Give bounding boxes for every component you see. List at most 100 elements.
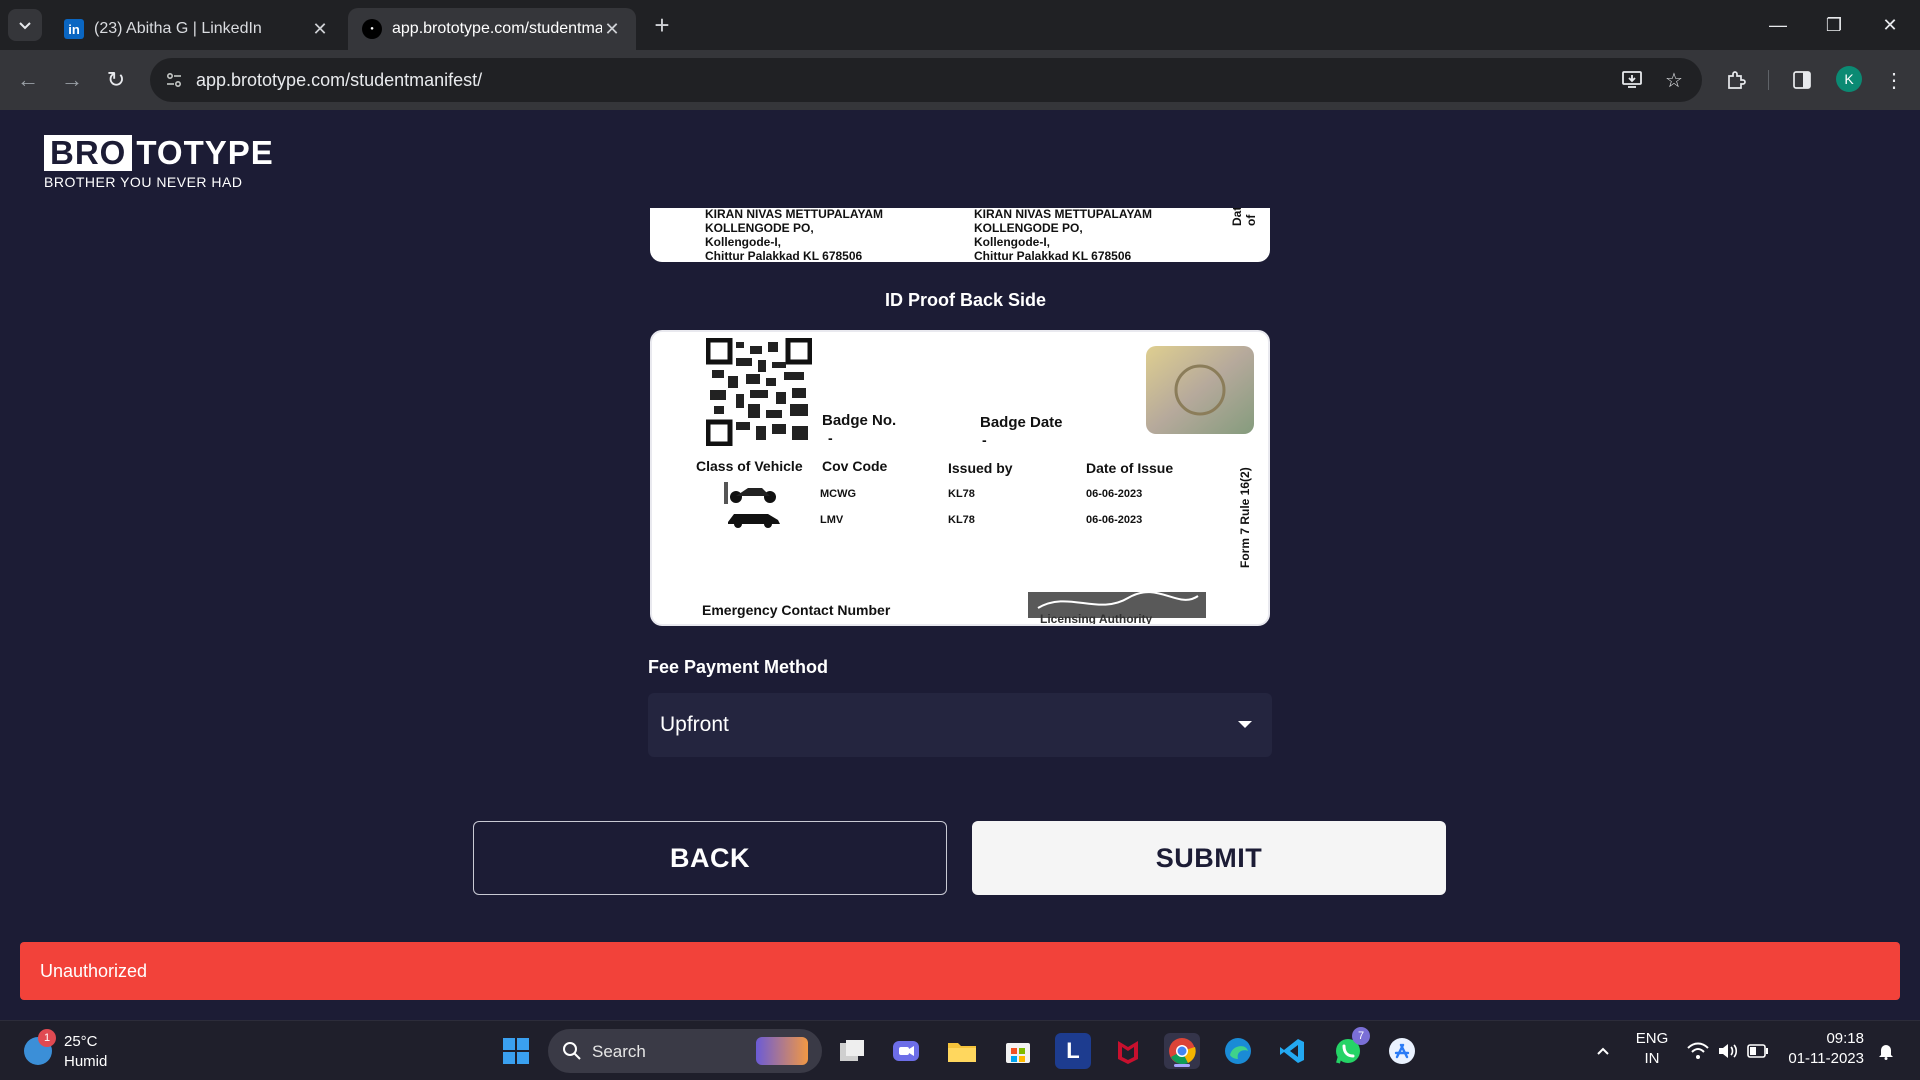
vscode-icon[interactable] bbox=[1274, 1033, 1310, 1069]
back-arrow-icon[interactable]: ← bbox=[12, 64, 44, 96]
toast-message: Unauthorized bbox=[40, 961, 148, 981]
motorcycle-icon bbox=[724, 482, 776, 504]
windows-taskbar: 1 25°C Humid Search L 7 ENG IN 09:18 01-… bbox=[0, 1020, 1920, 1080]
clock-time: 09:18 bbox=[1826, 1030, 1864, 1047]
address-col-1: KIRAN NIVAS METTUPALAYAM KOLLENGODE PO, … bbox=[705, 208, 884, 262]
row1-date: 06-06-2023 bbox=[1086, 488, 1143, 500]
error-toast[interactable]: Unauthorized bbox=[20, 942, 1900, 1000]
browser-toolbar: ← → ↻ app.brototype.com/studentmanifest/… bbox=[0, 50, 1920, 110]
active-indicator bbox=[1174, 1064, 1190, 1067]
fee-payment-label: Fee Payment Method bbox=[648, 657, 829, 677]
battery-icon[interactable] bbox=[1744, 1021, 1772, 1080]
side-panel-icon[interactable] bbox=[1786, 64, 1818, 96]
back-button[interactable]: BACK bbox=[473, 821, 947, 895]
logo-tagline: BROTHER YOU NEVER HAD bbox=[44, 174, 243, 190]
qr-code-icon bbox=[706, 338, 812, 446]
tab-title: (23) Abitha G | LinkedIn bbox=[94, 20, 262, 37]
search-placeholder: Search bbox=[592, 1042, 646, 1061]
edge-icon[interactable] bbox=[1220, 1033, 1256, 1069]
brototype-logo[interactable]: BRO TOTYPE BROTHER YOU NEVER HAD bbox=[44, 134, 274, 190]
site-info-icon[interactable] bbox=[162, 68, 186, 92]
fee-payment-select[interactable]: Upfront bbox=[648, 693, 1272, 757]
task-view-icon[interactable] bbox=[834, 1033, 870, 1069]
row2-date: 06-06-2023 bbox=[1086, 514, 1143, 526]
minimize-button[interactable]: — bbox=[1750, 0, 1806, 50]
menu-kebab-icon[interactable]: ⋮ bbox=[1878, 64, 1910, 96]
ms-store-icon[interactable] bbox=[1000, 1033, 1036, 1069]
extensions-icon[interactable] bbox=[1720, 64, 1752, 96]
licensing-authority-label: Licensing Authority bbox=[1040, 612, 1153, 626]
header-issued-by: Issued by bbox=[948, 460, 1013, 476]
badge-no-label: Badge No. bbox=[822, 412, 897, 429]
logo-bold-part: BRO bbox=[44, 135, 133, 171]
submit-button[interactable]: SUBMIT bbox=[972, 821, 1446, 895]
logo-rest-part: TOTYPE bbox=[136, 134, 274, 171]
linkedin-icon: in bbox=[64, 19, 84, 39]
hologram-emblem-icon bbox=[1146, 346, 1254, 434]
tab-search-button[interactable] bbox=[8, 9, 42, 41]
l-app-icon[interactable]: L bbox=[1055, 1033, 1091, 1069]
row1-issued: KL78 bbox=[948, 488, 975, 500]
reload-icon[interactable]: ↻ bbox=[100, 64, 132, 96]
weather-desc: Humid bbox=[64, 1053, 108, 1070]
close-tab-icon[interactable]: ✕ bbox=[310, 19, 330, 40]
whatsapp-badge: 7 bbox=[1352, 1027, 1370, 1045]
search-icon bbox=[563, 1042, 581, 1060]
chevron-down-icon bbox=[19, 22, 31, 30]
form-rule-text: Form 7 Rule 16(2) bbox=[1238, 467, 1252, 568]
id-proof-front-image: KIRAN NIVAS METTUPALAYAM KOLLENGODE PO, … bbox=[650, 208, 1270, 262]
clock-date: 01-11-2023 bbox=[1788, 1050, 1864, 1067]
profile-avatar[interactable]: K bbox=[1836, 66, 1862, 92]
row2-issued: KL78 bbox=[948, 514, 975, 526]
start-windows-icon[interactable] bbox=[498, 1033, 534, 1069]
dropdown-caret-icon bbox=[1238, 721, 1252, 728]
toolbar-divider bbox=[1768, 70, 1769, 90]
teams-chat-icon[interactable] bbox=[888, 1033, 924, 1069]
tab-bar: in (23) Abitha G | LinkedIn ✕ ● app.brot… bbox=[0, 0, 1920, 50]
front-side-text: Date of bbox=[1230, 208, 1258, 226]
header-class-of-vehicle: Class of Vehicle bbox=[696, 458, 803, 474]
car-icon bbox=[728, 514, 780, 528]
badge-no-value: - bbox=[828, 430, 833, 446]
badge-date-value: - bbox=[982, 432, 987, 448]
tab-linkedin[interactable]: in (23) Abitha G | LinkedIn ✕ bbox=[50, 8, 344, 50]
whatsapp-icon[interactable]: 7 bbox=[1330, 1027, 1370, 1069]
brototype-icon: ● bbox=[362, 19, 382, 39]
new-tab-button[interactable]: + bbox=[648, 12, 676, 40]
install-app-icon[interactable] bbox=[1620, 68, 1644, 92]
restore-button[interactable]: ❐ bbox=[1806, 0, 1862, 50]
mcafee-icon[interactable] bbox=[1110, 1033, 1146, 1069]
address-bar[interactable]: app.brototype.com/studentmanifest/ ☆ bbox=[150, 58, 1702, 102]
volume-icon[interactable] bbox=[1714, 1021, 1742, 1080]
tab-brototype[interactable]: ● app.brototype.com/studentmanifest/ ✕ bbox=[348, 8, 636, 50]
close-tab-icon[interactable]: ✕ bbox=[602, 19, 622, 40]
app-store-icon[interactable] bbox=[1384, 1033, 1420, 1069]
bookmark-star-icon[interactable]: ☆ bbox=[1662, 68, 1686, 92]
id-proof-back-image: Badge No. Badge Date - - Class of Vehicl… bbox=[650, 330, 1270, 626]
chevron-up-icon[interactable] bbox=[1588, 1021, 1618, 1080]
search-highlight-icon bbox=[756, 1037, 808, 1065]
row1-cov: MCWG bbox=[820, 488, 857, 500]
tab-title: app.brototype.com/studentmanifest/ bbox=[392, 20, 602, 37]
language-indicator[interactable]: ENG IN bbox=[1634, 1029, 1670, 1069]
fee-payment-value: Upfront bbox=[660, 713, 729, 736]
badge-date-label: Badge Date bbox=[980, 414, 1063, 431]
wifi-icon[interactable] bbox=[1684, 1021, 1712, 1080]
weather-temp: 25°C bbox=[64, 1033, 98, 1050]
address-col-2: KIRAN NIVAS METTUPALAYAM KOLLENGODE PO, … bbox=[974, 208, 1153, 262]
url-text: app.brototype.com/studentmanifest/ bbox=[196, 70, 483, 90]
id-proof-back-label: ID Proof Back Side bbox=[885, 290, 1047, 310]
page-content: BRO TOTYPE BROTHER YOU NEVER HAD KIRAN N… bbox=[0, 110, 1920, 1020]
emergency-contact-label: Emergency Contact Number bbox=[702, 602, 891, 618]
header-date-of-issue: Date of Issue bbox=[1086, 460, 1174, 476]
taskbar-search[interactable]: Search bbox=[548, 1029, 822, 1073]
close-window-button[interactable]: ✕ bbox=[1862, 0, 1918, 50]
weather-badge: 1 bbox=[38, 1029, 56, 1047]
header-cov-code: Cov Code bbox=[822, 458, 888, 474]
row2-cov: LMV bbox=[820, 514, 844, 526]
chrome-icon[interactable] bbox=[1164, 1033, 1200, 1069]
file-explorer-icon[interactable] bbox=[944, 1033, 980, 1069]
forward-arrow-icon[interactable]: → bbox=[56, 64, 88, 96]
notification-bell-icon[interactable] bbox=[1872, 1021, 1900, 1080]
system-clock[interactable]: 09:18 01-11-2023 bbox=[1780, 1029, 1864, 1069]
